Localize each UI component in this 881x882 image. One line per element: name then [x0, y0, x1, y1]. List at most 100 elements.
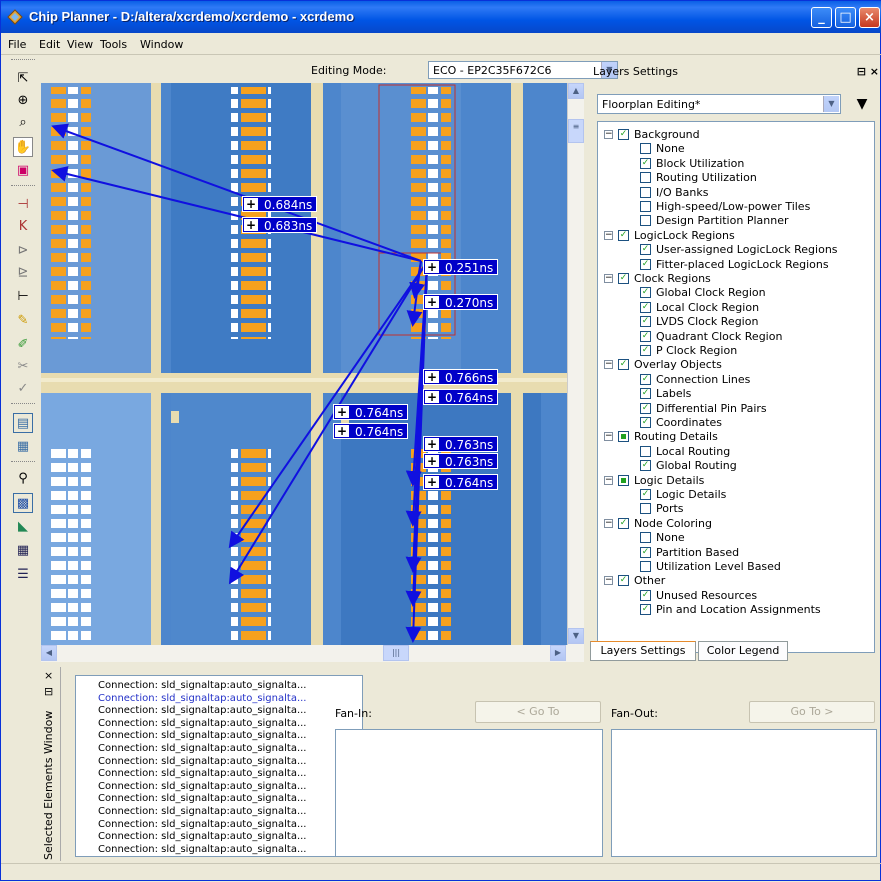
layer-group[interactable]: − Logic Details — [598, 474, 874, 488]
layer-item[interactable]: ✓ Pin and Location Assignments — [598, 603, 874, 617]
layer-item[interactable]: ✓ Coordinates — [598, 416, 874, 430]
connection-item[interactable]: Connection: sld_signaltap:auto_signalta.… — [98, 831, 306, 843]
connection-item[interactable]: Connection: sld_signaltap:auto_signalta.… — [98, 718, 306, 730]
layer-item[interactable]: ✓ Global Clock Region — [598, 286, 874, 300]
menu-view[interactable]: View — [67, 38, 93, 51]
checkbox[interactable]: ✓ — [618, 359, 629, 371]
connection-item[interactable]: Connection: sld_signaltap:auto_signalta.… — [98, 743, 306, 755]
layer-item[interactable]: Ports — [598, 502, 874, 516]
scroll-right-icon[interactable]: ▶ — [550, 645, 566, 661]
close-button[interactable]: × — [859, 7, 880, 28]
map-icon[interactable]: ◣ — [13, 517, 33, 537]
checkbox[interactable]: ✓ — [640, 316, 651, 328]
checkbox[interactable]: ✓ — [640, 402, 651, 414]
connection-item[interactable]: Connection: sld_signaltap:auto_signalta.… — [98, 705, 306, 717]
delay-label[interactable]: +0.766ns — [423, 369, 499, 385]
delay-label[interactable]: +0.270ns — [423, 294, 499, 310]
delay-label[interactable]: +0.764ns — [333, 404, 409, 420]
collapse-icon[interactable]: − — [604, 274, 613, 283]
connection-item[interactable]: Connection: sld_signaltap:auto_signalta.… — [98, 768, 306, 780]
collapse-icon[interactable]: − — [604, 475, 613, 485]
layer-item[interactable]: None — [598, 531, 874, 545]
connection-item[interactable]: Connection: sld_signaltap:auto_signalta.… — [98, 756, 306, 768]
layer-item[interactable]: ✓ Fitter-placed LogicLock Regions — [598, 258, 874, 272]
checkbox[interactable] — [640, 172, 651, 184]
grid-icon[interactable]: ▩ — [13, 493, 33, 513]
hand-icon[interactable]: ✋ — [13, 137, 33, 157]
checkbox[interactable] — [640, 186, 651, 198]
layer-item[interactable]: ✓ Local Clock Region — [598, 301, 874, 315]
checkbox[interactable]: ✓ — [640, 460, 651, 472]
minimize-button[interactable]: _ — [811, 7, 832, 28]
delay-label[interactable]: +0.683ns — [242, 217, 318, 233]
scroll-left-icon[interactable]: ◀ — [41, 645, 57, 661]
layer-item[interactable]: ✓ Global Routing — [598, 459, 874, 473]
layer-item[interactable]: None — [598, 142, 874, 156]
collapse-icon[interactable]: − — [604, 360, 613, 370]
scroll-thumb[interactable]: ||| — [383, 645, 409, 661]
layer-item[interactable]: ✓ User-assigned LogicLock Regions — [598, 243, 874, 257]
checkbox[interactable] — [640, 215, 651, 227]
layer-group[interactable]: − ✓ Node Coloring — [598, 517, 874, 531]
connection-item[interactable]: Connection: sld_signaltap:auto_signalta.… — [98, 693, 306, 705]
delay-label[interactable]: +0.763ns — [423, 453, 499, 469]
delay-label[interactable]: +0.684ns — [242, 196, 318, 212]
connection-icon[interactable]: K — [13, 217, 33, 237]
checkbox[interactable]: ✓ — [640, 345, 651, 356]
select-icon[interactable]: ⇱ — [13, 69, 33, 89]
list-icon[interactable]: ☰ — [13, 565, 33, 585]
layer-item[interactable]: Design Partition Planner — [598, 214, 874, 228]
layer-item[interactable]: ✓ P Clock Region — [598, 344, 874, 358]
pin-icon[interactable]: ⊟ — [44, 685, 53, 698]
collapse-icon[interactable]: − — [604, 576, 613, 586]
checkbox[interactable]: ✓ — [640, 157, 651, 169]
checkbox[interactable]: ✓ — [640, 546, 651, 558]
pencil-icon[interactable]: ✎ — [13, 311, 33, 331]
layer-item[interactable]: High-speed/Low-power Tiles — [598, 200, 874, 214]
goto-fanin-button[interactable]: < Go To — [475, 701, 601, 723]
fanin-icon[interactable]: ⊳ — [13, 241, 33, 261]
menu-tools[interactable]: Tools — [100, 38, 127, 51]
close-icon[interactable]: × — [44, 669, 53, 682]
layer-item[interactable]: Utilization Level Based — [598, 560, 874, 574]
layer-group[interactable]: − ✓ LogicLock Regions — [598, 229, 874, 243]
checkbox[interactable]: ✓ — [618, 273, 629, 284]
check-icon[interactable]: ✓ — [13, 379, 33, 399]
checkbox[interactable]: ✓ — [640, 330, 651, 342]
fan-out-list[interactable] — [611, 729, 877, 857]
checkbox[interactable] — [618, 474, 629, 486]
zoom-icon[interactable]: ⊕ — [13, 91, 33, 111]
chip-floorplan-canvas[interactable]: +0.684ns +0.683ns +0.251ns +0.270ns +0.7… — [41, 83, 567, 645]
checkbox[interactable]: ✓ — [618, 517, 629, 529]
checkbox[interactable]: ✓ — [640, 388, 651, 400]
title-bar[interactable]: Chip Planner - D:/altera/xcrdemo/xcrdemo… — [1, 1, 881, 33]
checkbox[interactable] — [640, 445, 651, 457]
connection-item[interactable]: Connection: sld_signaltap:auto_signalta.… — [98, 680, 306, 692]
checkbox[interactable]: ✓ — [640, 489, 651, 500]
table-icon[interactable]: ▦ — [13, 541, 33, 561]
connection-item[interactable]: Connection: sld_signaltap:auto_signalta.… — [98, 806, 306, 818]
checkbox[interactable] — [640, 532, 651, 544]
layer-group[interactable]: − ✓ Other — [598, 574, 874, 588]
checkbox[interactable]: ✓ — [640, 244, 651, 256]
menu-file[interactable]: File — [8, 38, 26, 51]
connection-item[interactable]: Connection: sld_signaltap:auto_signalta.… — [98, 793, 306, 805]
pin-icon[interactable]: ⊣ — [13, 195, 33, 215]
layer-item[interactable]: Local Routing — [598, 445, 874, 459]
checkbox[interactable]: ✓ — [640, 589, 651, 601]
menu-edit[interactable]: Edit — [39, 38, 60, 51]
tab-layers-settings[interactable]: Layers Settings — [590, 641, 696, 661]
pin-icon[interactable]: ⊟ × — [857, 65, 879, 78]
chevron-down-icon[interactable]: ▼ — [823, 96, 839, 112]
connection-item[interactable]: Connection: sld_signaltap:auto_signalta.… — [98, 781, 306, 793]
net-icon[interactable]: ▦ — [13, 437, 33, 457]
collapse-icon[interactable]: − — [604, 518, 613, 528]
report-icon[interactable]: ▤ — [13, 413, 33, 433]
layer-item[interactable]: I/O Banks — [598, 186, 874, 200]
scroll-up-icon[interactable]: ▲ — [568, 83, 584, 99]
delay-label[interactable]: +0.764ns — [333, 423, 409, 439]
layer-preset-select[interactable]: Floorplan Editing* ▼ — [597, 94, 841, 114]
fan-in-list[interactable] — [335, 729, 603, 857]
tab-color-legend[interactable]: Color Legend — [698, 641, 788, 661]
checkbox[interactable]: ✓ — [640, 604, 651, 616]
